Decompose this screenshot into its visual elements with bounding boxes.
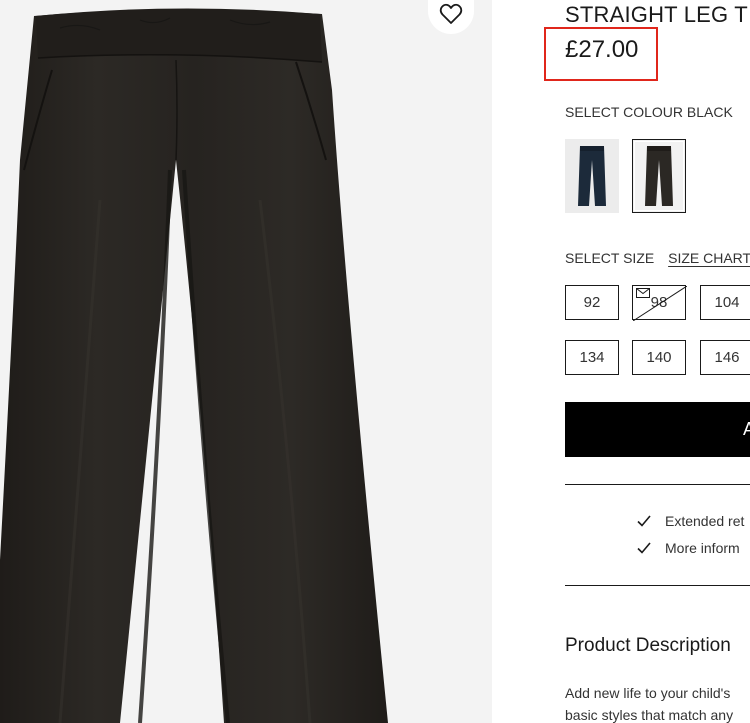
product-description-text: Add new life to your child's basic style… (565, 682, 750, 723)
checkmark-icon (637, 542, 651, 554)
product-description-heading[interactable]: Product Description (565, 635, 731, 657)
benefit-item[interactable]: More inform (637, 540, 740, 556)
divider (565, 585, 750, 586)
black-trousers-thumbnail (645, 146, 673, 206)
product-title: STRAIGHT LEG T (565, 2, 748, 27)
colour-swatch-navy[interactable] (565, 139, 619, 213)
size-option-label: 140 (646, 349, 672, 366)
colour-label: SELECT COLOUR BLACK (565, 104, 733, 120)
envelope-icon (636, 288, 650, 298)
navy-trousers-thumbnail (578, 146, 606, 206)
product-image-panel (0, 0, 492, 723)
divider (565, 484, 750, 485)
product-price: £27.00 (565, 36, 639, 63)
size-chart-link[interactable]: SIZE CHART (668, 250, 750, 266)
size-option-label: 104 (714, 294, 740, 311)
product-details: STRAIGHT LEG T £27.00 SELECT COLOUR BLAC… (565, 0, 750, 723)
description-line: Add new life to your child's (565, 685, 731, 701)
size-option-label: 146 (714, 349, 740, 366)
size-label: SELECT SIZE (565, 250, 655, 266)
size-option-134[interactable]: 134 (565, 340, 619, 375)
add-to-bag-label: A (743, 419, 750, 439)
benefit-text: More inform (665, 540, 740, 556)
size-option-146[interactable]: 146 (700, 340, 750, 375)
size-selector-header: SELECT SIZE SIZE CHART (565, 250, 750, 266)
size-option-92[interactable]: 92 (565, 285, 619, 320)
colour-swatch-black[interactable] (632, 139, 686, 213)
product-image[interactable] (0, 0, 492, 723)
add-to-bag-button[interactable]: A (565, 402, 750, 457)
size-option-98-unavailable[interactable]: 98 (632, 285, 687, 321)
heart-outline-icon (439, 3, 463, 24)
benefit-text: Extended ret (665, 513, 745, 529)
checkmark-icon (637, 515, 651, 527)
description-line: basic styles that match any (565, 707, 734, 723)
size-option-label: 92 (583, 294, 601, 311)
size-option-104[interactable]: 104 (700, 285, 750, 320)
benefit-item: Extended ret (637, 513, 744, 529)
size-option-label: 134 (579, 349, 605, 366)
size-option-140[interactable]: 140 (632, 340, 686, 375)
product-page: STRAIGHT LEG T £27.00 SELECT COLOUR BLAC… (0, 0, 750, 723)
